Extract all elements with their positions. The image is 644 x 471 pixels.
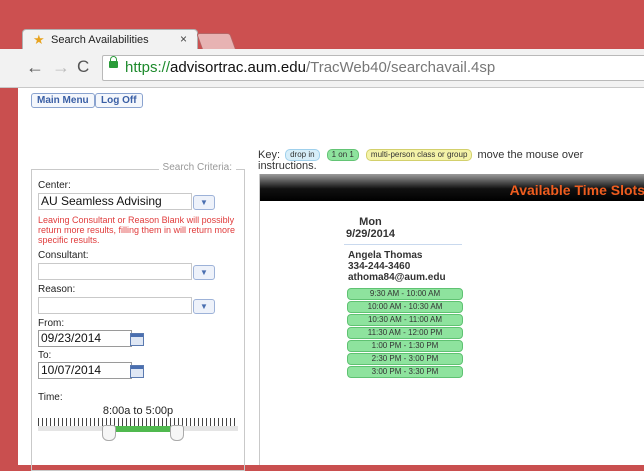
time-slot-button[interactable]: 9:30 AM - 10:00 AM <box>347 288 463 300</box>
tab-title: Search Availabilities <box>51 34 149 46</box>
star-favicon-icon: ★ <box>33 32 45 47</box>
search-criteria-legend: Search Criteria: <box>158 162 236 173</box>
main-menu-button[interactable]: Main Menu <box>31 93 95 108</box>
day-name: Mon <box>359 216 382 228</box>
time-slot-button[interactable]: 10:30 AM - 11:00 AM <box>347 314 463 326</box>
tab-close-icon[interactable]: × <box>180 32 187 46</box>
advisor-email: athoma84@aum.edu <box>348 272 446 283</box>
browser-tabstrip: ★ Search Availabilities × <box>0 0 644 51</box>
day-divider <box>344 244 462 245</box>
time-slot-button[interactable]: 2:30 PM - 3:00 PM <box>347 353 463 365</box>
day-header: Mon 9/29/2014 <box>346 216 395 240</box>
to-date-input[interactable]: 10/07/2014 <box>38 362 132 379</box>
availability-results: Available Time Slots Mon 9/29/2014 Angel… <box>259 174 644 465</box>
time-slot-button[interactable]: 11:30 AM - 12:00 PM <box>347 327 463 339</box>
time-slider-range <box>108 426 176 432</box>
url-text: https://advisortrac.aum.edu/TracWeb40/se… <box>125 59 495 76</box>
time-label: Time: <box>38 392 63 403</box>
page-content: Main Menu Log Off Search Criteria: Cente… <box>18 88 644 471</box>
time-slider-ticks <box>38 418 238 426</box>
results-title: Available Time Slots <box>509 182 644 198</box>
center-field[interactable]: AU Seamless Advising <box>38 193 192 210</box>
url-scheme: https:// <box>125 59 171 76</box>
time-slider-start-handle[interactable] <box>102 425 116 441</box>
browser-tab[interactable]: ★ Search Availabilities × <box>22 29 198 51</box>
to-calendar-icon[interactable] <box>130 365 144 378</box>
to-label: To: <box>38 350 52 361</box>
new-tab-button[interactable] <box>196 33 236 49</box>
forward-icon[interactable]: → <box>52 58 70 76</box>
key-instructions: move the mouse over <box>477 149 584 161</box>
from-label: From: <box>38 318 65 329</box>
advisor-phone: 334-244-3460 <box>348 261 411 272</box>
reason-field[interactable] <box>38 297 192 314</box>
key-multi-person-chip: multi-person class or group <box>365 149 473 161</box>
url-host: advisortrac.aum.edu <box>170 59 306 76</box>
time-slot-button[interactable]: 3:00 PM - 3:30 PM <box>347 366 463 378</box>
browser-toolbar: ← → C https://advisortrac.aum.edu/TracWe… <box>0 49 644 88</box>
center-label: Center: <box>38 180 71 191</box>
back-icon[interactable]: ← <box>26 58 44 76</box>
reload-icon[interactable]: C <box>77 58 89 76</box>
lock-icon <box>109 56 118 68</box>
time-slot-button[interactable]: 10:00 AM - 10:30 AM <box>347 301 463 313</box>
log-off-button[interactable]: Log Off <box>95 93 143 108</box>
from-date-input[interactable]: 09/23/2014 <box>38 330 132 347</box>
url-path: /TracWeb40/searchavail.4sp <box>305 59 496 76</box>
advisor-info: Angela Thomas 334-244-3460 athoma84@aum.… <box>348 250 446 283</box>
key-instructions-tail: instructions. <box>258 160 317 172</box>
results-header: Available Time Slots <box>260 174 644 201</box>
consultant-field[interactable] <box>38 263 192 280</box>
time-slot-button[interactable]: 1:00 PM - 1:30 PM <box>347 340 463 352</box>
consultant-dropdown-icon[interactable]: ▼ <box>193 265 215 280</box>
time-range-text: 8:00a to 5:00p <box>102 405 174 417</box>
from-calendar-icon[interactable] <box>130 333 144 346</box>
time-slider-end-handle[interactable] <box>170 425 184 441</box>
color-key: Key: drop in 1 on 1 multi-person class o… <box>258 149 644 172</box>
reason-label: Reason: <box>38 284 76 295</box>
time-slot-list: 9:30 AM - 10:00 AM 10:00 AM - 10:30 AM 1… <box>347 288 463 379</box>
center-dropdown-icon[interactable]: ▼ <box>193 195 215 210</box>
advisor-name: Angela Thomas <box>348 250 423 261</box>
reason-dropdown-icon[interactable]: ▼ <box>193 299 215 314</box>
day-date: 9/29/2014 <box>346 228 395 240</box>
address-bar[interactable]: https://advisortrac.aum.edu/TracWeb40/se… <box>102 55 644 81</box>
search-hint-text: Leaving Consultant or Reason Blank will … <box>38 215 236 245</box>
search-criteria-panel: Search Criteria: Center: AU Seamless Adv… <box>31 162 245 471</box>
key-one-on-one-chip: 1 on 1 <box>326 149 359 161</box>
consultant-label: Consultant: <box>38 250 89 261</box>
